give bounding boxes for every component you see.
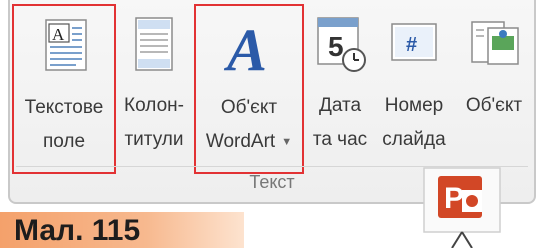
slide-number-button[interactable]: # Номер слайда — [374, 4, 454, 174]
text-box-label-line2: поле — [42, 131, 86, 152]
insert-object-button[interactable]: Об'єкт — [456, 4, 532, 174]
wordart-icon: A — [223, 17, 267, 76]
figure-caption: Мал. 115 — [14, 214, 141, 247]
insert-object-label: Об'єкт — [465, 95, 523, 116]
date-time-label-line2: та час — [312, 129, 368, 150]
text-box-icon: A — [45, 19, 87, 71]
slide-number-label-line1: Номер — [384, 95, 444, 116]
svg-text:A: A — [223, 17, 267, 76]
date-time-button[interactable]: 5 Дата та час — [306, 4, 374, 174]
date-time-label-line1: Дата — [318, 95, 362, 116]
wordart-button[interactable]: A Об'єкт WordArt ▼ — [194, 4, 304, 174]
figure-caption-bar: Мал. 115 — [0, 212, 244, 248]
date-time-icon: 5 — [317, 17, 366, 72]
insert-object-icon — [471, 21, 519, 65]
powerpoint-presentation-icon: P — [423, 167, 501, 248]
text-box-button[interactable]: A Текстове поле — [12, 4, 116, 174]
svg-text:A: A — [52, 25, 65, 44]
text-box-label-line1: Текстове — [24, 97, 104, 118]
wordart-label-line1: Об'єкт — [220, 97, 278, 118]
dropdown-arrow-icon[interactable]: ▼ — [281, 126, 292, 158]
svg-text:P: P — [444, 182, 464, 215]
wordart-label-line2: WordArt ▼ — [196, 126, 302, 158]
header-footer-label-line1: Колон- — [124, 95, 184, 116]
slide-number-label-line2: слайда — [382, 129, 446, 150]
svg-text:#: # — [406, 34, 417, 56]
slide-number-icon: # — [391, 23, 437, 61]
header-footer-label-line2: титули — [124, 129, 184, 150]
svg-text:5: 5 — [328, 31, 344, 62]
header-footer-icon — [135, 17, 173, 71]
header-footer-button[interactable]: Колон- титули — [116, 4, 192, 174]
